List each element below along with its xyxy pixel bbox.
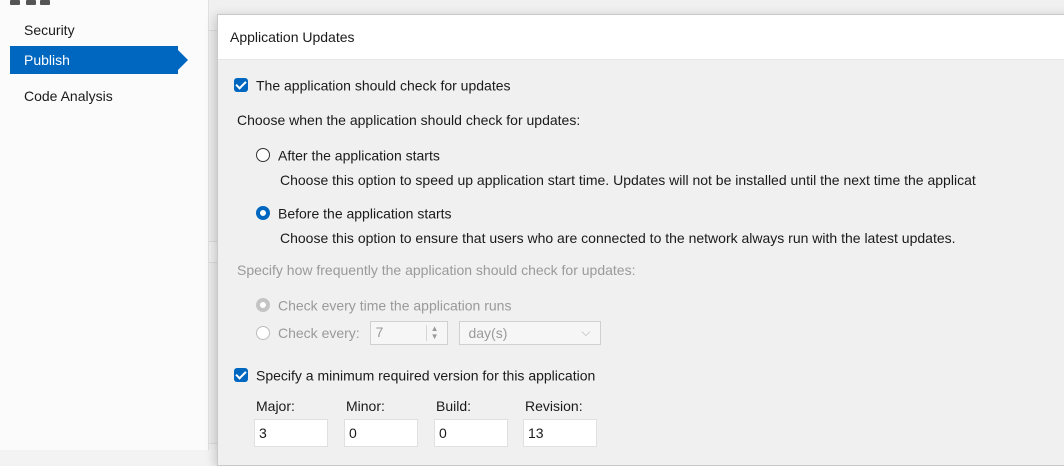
nav-item-security[interactable]: Security: [10, 16, 180, 44]
every-run-radio[interactable]: Check every time the application runs: [256, 296, 511, 313]
revision-version-input[interactable]: 13: [523, 419, 597, 447]
chevron-down-icon: ⌵: [581, 325, 591, 339]
every-run-label: Check every time the application runs: [278, 297, 512, 314]
revision-label: Revision:: [525, 398, 583, 414]
after-start-description: Choose this option to speed up applicati…: [280, 172, 976, 188]
project-nav: Security Publish Code Analysis: [0, 0, 208, 450]
dialog-title: Application Updates: [218, 15, 1064, 60]
before-start-label: Before the application starts: [278, 205, 452, 222]
before-start-description: Choose this option to ensure that users …: [280, 230, 956, 246]
interval-stepper[interactable]: 7 ▲ ▼: [369, 321, 448, 345]
minor-label: Minor:: [346, 398, 385, 414]
interval-unit-dropdown[interactable]: day(s) ⌵: [459, 321, 602, 345]
after-start-label: After the application starts: [278, 147, 440, 164]
min-version-checkbox[interactable]: Specify a minimum required version for t…: [234, 366, 595, 383]
stepper-arrows-icon[interactable]: ▲ ▼: [425, 325, 441, 341]
radio-selected-disabled-icon: [256, 298, 270, 313]
major-label: Major:: [256, 398, 295, 414]
minor-version-input[interactable]: 0: [344, 419, 418, 447]
every-interval-radio[interactable]: Check every: 7 ▲ ▼ day(s) ⌵: [256, 321, 602, 345]
major-version-input[interactable]: 3: [254, 419, 328, 447]
every-interval-label: Check every:: [278, 325, 360, 341]
radio-unselected-disabled-icon: [256, 326, 270, 340]
dialog-content: The application should check for updates…: [218, 60, 1064, 465]
interval-value: 7: [375, 324, 384, 340]
min-version-label: Specify a minimum required version for t…: [256, 367, 596, 384]
check-updates-checkbox[interactable]: The application should check for updates: [234, 76, 511, 93]
checkbox-checked-icon: [234, 368, 248, 383]
checkbox-checked-icon: [234, 78, 248, 93]
interval-unit-value: day(s): [468, 325, 508, 341]
nav-item-code-analysis[interactable]: Code Analysis: [10, 82, 180, 110]
frequency-heading: Specify how frequently the application s…: [237, 262, 636, 278]
when-heading: Choose when the application should check…: [237, 112, 581, 128]
nav-clipped-item: [10, 0, 50, 6]
check-updates-label: The application should check for updates: [256, 77, 511, 94]
build-version-input[interactable]: 0: [434, 419, 508, 447]
build-label: Build:: [436, 398, 472, 414]
after-start-radio[interactable]: After the application starts: [256, 146, 440, 163]
radio-unselected-icon: [256, 148, 270, 163]
before-start-radio[interactable]: Before the application starts: [256, 204, 452, 221]
application-updates-dialog: Application Updates The application shou…: [217, 14, 1064, 466]
nav-item-publish[interactable]: Publish: [10, 46, 188, 74]
radio-selected-icon: [256, 206, 270, 221]
